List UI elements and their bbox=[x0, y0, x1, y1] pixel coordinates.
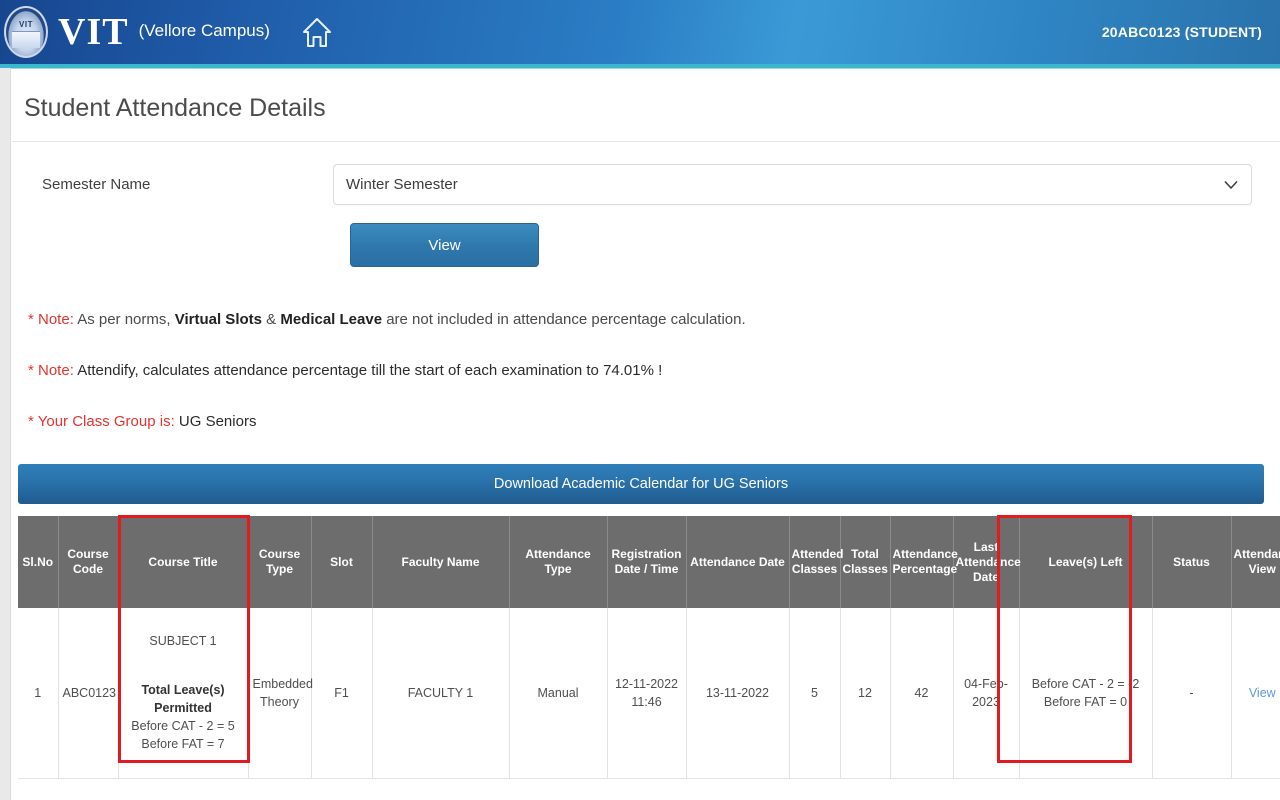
campus-name: (Vellore Campus) bbox=[139, 21, 270, 43]
th-course-code: Course Code bbox=[58, 516, 118, 608]
table-row: 1 ABC0123 SUBJECT 1 Total Leave(s) Permi… bbox=[18, 608, 1280, 778]
class-group-prefix: * Your Class Group is: bbox=[28, 413, 175, 430]
cell-course-type: Embedded Theory bbox=[248, 608, 311, 778]
cell-course-title: SUBJECT 1 Total Leave(s) Permitted Befor… bbox=[118, 608, 248, 778]
th-course-title: Course Title bbox=[118, 516, 248, 608]
cell-course-code: ABC0123 bbox=[58, 608, 118, 778]
notes-section: * Note: As per norms, Virtual Slots & Me… bbox=[12, 267, 1280, 430]
th-attendance-view: Attendance View bbox=[1231, 516, 1280, 608]
th-registration-date: Registration Date / Time bbox=[607, 516, 686, 608]
th-attendance-percentage: Attendance Percentage bbox=[890, 516, 953, 608]
th-status: Status bbox=[1152, 516, 1231, 608]
cell-last-attendance-date: 04-Feb-2023 bbox=[953, 608, 1019, 778]
cell-attendance-percentage: 42 bbox=[890, 608, 953, 778]
cell-attendance-type: Manual bbox=[509, 608, 607, 778]
semester-select-value: Winter Semester bbox=[346, 176, 458, 193]
note-attendify: * Note: Attendify, calculates attendance… bbox=[28, 362, 1280, 379]
semester-select[interactable]: Winter Semester bbox=[333, 164, 1252, 205]
th-course-type: Course Type bbox=[248, 516, 311, 608]
note-2-prefix: * Note: bbox=[28, 362, 74, 379]
th-attendance-date: Attendance Date bbox=[686, 516, 789, 608]
class-group-value: UG Seniors bbox=[175, 413, 257, 430]
attendance-table-wrap: Sl.No Course Code Course Title Course Ty… bbox=[18, 516, 1264, 779]
th-sl-no: Sl.No bbox=[18, 516, 58, 608]
attendance-table-body: 1 ABC0123 SUBJECT 1 Total Leave(s) Permi… bbox=[18, 608, 1280, 778]
th-attendance-type: Attendance Type bbox=[509, 516, 607, 608]
cell-attendance-view: View bbox=[1231, 608, 1280, 778]
download-academic-calendar-button[interactable]: Download Academic Calendar for UG Senior… bbox=[18, 464, 1264, 504]
cell-registration-date: 12-11-2022 11:46 bbox=[607, 608, 686, 778]
cell-total-classes: 12 bbox=[840, 608, 890, 778]
note-1-text-c: & bbox=[262, 311, 280, 328]
note-virtual-slots: * Note: As per norms, Virtual Slots & Me… bbox=[28, 311, 1280, 328]
leaves-left-before-cat: Before CAT - 2 = -2 bbox=[1032, 677, 1140, 691]
cell-faculty-name: FACULTY 1 bbox=[372, 608, 509, 778]
attendance-page: VIT (Vellore Campus) 20ABC0123 (STUDENT)… bbox=[0, 0, 1280, 800]
attendance-table-head: Sl.No Course Code Course Title Course Ty… bbox=[18, 516, 1280, 608]
brand-name: VIT bbox=[58, 13, 129, 51]
note-2-text: Attendify, calculates attendance percent… bbox=[74, 362, 662, 379]
note-1-bold-virtual-slots: Virtual Slots bbox=[175, 311, 262, 328]
th-last-attendance-date: Last Attendance Date bbox=[953, 516, 1019, 608]
cell-status: - bbox=[1152, 608, 1231, 778]
permitted-before-cat: Before CAT - 2 = 5 bbox=[123, 717, 244, 735]
semester-name-label: Semester Name bbox=[28, 176, 333, 193]
view-button-row: View bbox=[12, 205, 1280, 267]
left-gutter bbox=[0, 68, 11, 800]
course-title-subject: SUBJECT 1 bbox=[123, 632, 244, 650]
table-header-row: Sl.No Course Code Course Title Course Ty… bbox=[18, 516, 1280, 608]
note-1-text-a: As per norms, bbox=[74, 311, 175, 328]
header-accent-strip bbox=[0, 64, 1280, 69]
brand-group: VIT (Vellore Campus) bbox=[4, 6, 332, 58]
vit-crest-logo-icon bbox=[4, 6, 48, 58]
th-total-classes: Total Classes bbox=[840, 516, 890, 608]
main-content: Student Attendance Details Semester Name… bbox=[12, 70, 1280, 800]
th-slot: Slot bbox=[311, 516, 372, 608]
cell-sl-no: 1 bbox=[18, 608, 58, 778]
note-1-text-d: are not included in attendance percentag… bbox=[382, 311, 746, 328]
th-attended-classes: Attended Classes bbox=[789, 516, 840, 608]
semester-form-row: Semester Name Winter Semester bbox=[12, 142, 1280, 205]
view-button[interactable]: View bbox=[350, 223, 539, 267]
home-icon[interactable] bbox=[302, 16, 332, 48]
note-1-bold-medical-leave: Medical Leave bbox=[280, 311, 382, 328]
cell-slot: F1 bbox=[311, 608, 372, 778]
semester-select-wrap: Winter Semester bbox=[333, 164, 1252, 205]
th-leaves-left: Leave(s) Left bbox=[1019, 516, 1152, 608]
cell-attended-classes: 5 bbox=[789, 608, 840, 778]
note-class-group: * Your Class Group is: UG Seniors bbox=[28, 413, 1280, 430]
top-header-bar: VIT (Vellore Campus) 20ABC0123 (STUDENT) bbox=[0, 0, 1280, 64]
page-title: Student Attendance Details bbox=[12, 70, 1280, 142]
cell-attendance-date: 13-11-2022 bbox=[686, 608, 789, 778]
attendance-table: Sl.No Course Code Course Title Course Ty… bbox=[18, 516, 1280, 779]
th-faculty-name: Faculty Name bbox=[372, 516, 509, 608]
user-identity-label: 20ABC0123 (STUDENT) bbox=[1102, 24, 1262, 40]
note-1-prefix: * Note: bbox=[28, 311, 74, 328]
leaves-left-before-fat: Before FAT = 0 bbox=[1044, 695, 1127, 709]
total-leaves-permitted-label: Total Leave(s) Permitted bbox=[123, 681, 244, 717]
attendance-view-link[interactable]: View bbox=[1249, 686, 1276, 700]
permitted-before-fat: Before FAT = 7 bbox=[123, 735, 244, 753]
cell-leaves-left: Before CAT - 2 = -2 Before FAT = 0 bbox=[1019, 608, 1152, 778]
